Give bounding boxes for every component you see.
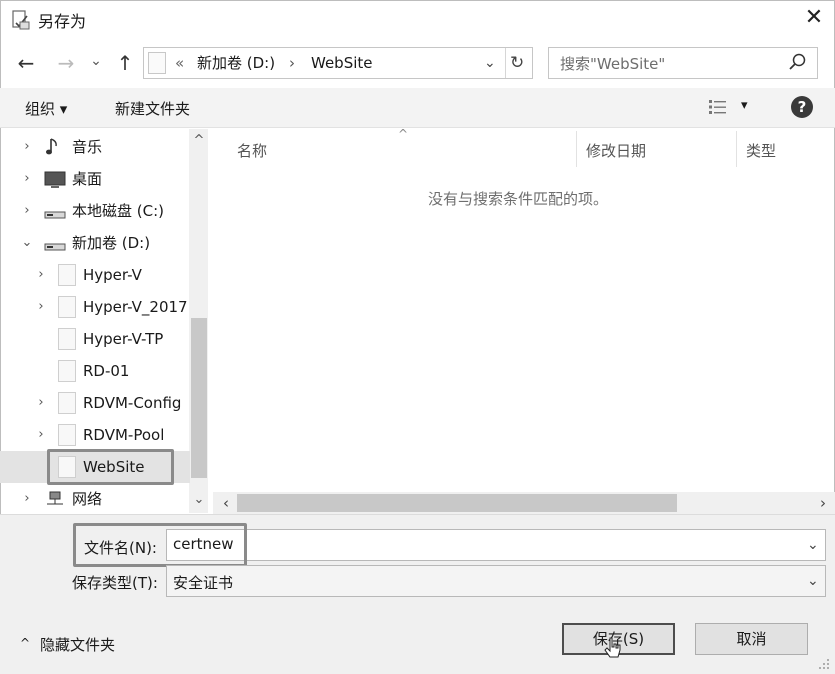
chevron-right-icon[interactable]: ›	[34, 259, 48, 291]
tree-item-label: Hyper-V	[83, 266, 142, 284]
breadcrumb-overflow[interactable]: «	[175, 52, 184, 74]
save-document-icon	[10, 9, 32, 31]
scroll-up-icon[interactable]: ^	[191, 133, 207, 153]
sort-indicator-icon: ^	[398, 127, 409, 141]
back-arrow-icon[interactable]: ←	[12, 49, 40, 77]
recent-locations-chevron-icon[interactable]: ⌄	[86, 47, 106, 75]
close-icon[interactable]: ✕	[800, 4, 828, 32]
folder-icon	[58, 328, 76, 350]
column-divider[interactable]	[576, 131, 577, 167]
selected-folder-highlight-box	[47, 449, 174, 485]
tree-item-label: 网络	[72, 490, 103, 508]
tree-item-label: Hyper-V_2017	[83, 298, 188, 316]
chevron-right-icon[interactable]: ›	[20, 483, 34, 515]
folder-icon	[58, 360, 76, 382]
window-title: 另存为	[38, 12, 87, 31]
chevron-right-icon[interactable]: ›	[20, 131, 34, 163]
address-divider	[505, 48, 506, 78]
folder-icon	[58, 392, 76, 414]
tree-item-label: RDVM-Config	[83, 394, 182, 412]
up-arrow-icon[interactable]: ↑	[112, 49, 138, 77]
column-header-type[interactable]: 类型	[746, 140, 776, 161]
network-icon	[44, 488, 66, 510]
tree-item-label: Hyper-V-TP	[83, 330, 164, 348]
chevron-right-icon[interactable]: ›	[34, 387, 48, 419]
folder-icon	[148, 52, 166, 74]
folder-icon	[58, 264, 76, 286]
scroll-left-icon[interactable]: ‹	[218, 494, 234, 512]
refresh-icon[interactable]: ↻	[510, 52, 524, 74]
chevron-right-icon[interactable]: ›	[34, 291, 48, 323]
filename-field[interactable]	[166, 529, 826, 561]
chevron-down-icon[interactable]: ⌄	[20, 227, 34, 259]
view-options-icon[interactable]	[708, 99, 728, 115]
column-header-date-modified[interactable]: 修改日期	[586, 140, 646, 161]
file-type-label: 保存类型(T):	[72, 574, 158, 592]
scroll-right-icon[interactable]: ›	[815, 494, 831, 512]
address-dropdown-chevron-icon[interactable]: ⌄	[484, 52, 496, 74]
chevron-right-icon[interactable]: ›	[20, 163, 34, 195]
resize-grip-icon[interactable]	[815, 655, 831, 671]
horizontal-scroll-thumb[interactable]	[237, 494, 677, 512]
tree-item-label: 新加卷 (D:)	[72, 234, 151, 252]
search-input[interactable]: 搜索"WebSite"	[560, 53, 665, 74]
hide-folders-button[interactable]: 隐藏文件夹	[40, 634, 115, 655]
breadcrumb-separator: ›	[289, 54, 295, 72]
tree-item-label: 桌面	[72, 170, 103, 188]
breadcrumb-item-website[interactable]: WebSite	[311, 52, 373, 74]
column-divider[interactable]	[736, 131, 737, 167]
drive-icon	[44, 232, 66, 254]
filename-highlight-box	[73, 523, 247, 567]
forward-arrow-icon[interactable]: →	[52, 49, 80, 77]
music-note-icon	[44, 136, 66, 158]
organize-menu-button[interactable]: 组织 ▾	[25, 98, 67, 119]
help-icon[interactable]: ?	[791, 96, 813, 118]
file-type-dropdown-chevron-icon[interactable]: ⌄	[807, 573, 819, 589]
tree-item-label: RD-01	[83, 362, 130, 380]
folder-icon	[58, 424, 76, 446]
breadcrumb-item-drive[interactable]: 新加卷 (D:)	[197, 52, 275, 74]
scroll-down-icon[interactable]: ⌄	[191, 492, 207, 512]
mouse-cursor-icon	[603, 636, 623, 662]
chevron-right-icon[interactable]: ›	[20, 195, 34, 227]
chevron-right-icon[interactable]: ›	[34, 419, 48, 451]
view-options-chevron-icon[interactable]: ▾	[741, 98, 748, 113]
file-type-value: 安全证书	[173, 574, 234, 592]
folder-icon	[58, 296, 76, 318]
tree-item-label: 音乐	[72, 138, 103, 156]
column-header-name[interactable]: 名称	[237, 140, 267, 161]
new-folder-button[interactable]: 新建文件夹	[115, 98, 190, 119]
tree-item-label: RDVM-Pool	[83, 426, 165, 444]
title-bar[interactable]	[0, 0, 835, 38]
drive-icon	[44, 200, 66, 222]
filename-dropdown-chevron-icon[interactable]: ⌄	[807, 537, 819, 553]
tree-item-label: 本地磁盘 (C:)	[72, 202, 164, 220]
search-icon[interactable]	[788, 52, 808, 72]
cancel-button[interactable]: 取消	[695, 623, 808, 655]
empty-list-message: 没有与搜索条件匹配的项。	[428, 190, 609, 208]
file-type-select[interactable]	[166, 565, 826, 597]
collapse-chevron-icon[interactable]: ^	[20, 636, 30, 650]
navigation-scroll-thumb[interactable]	[191, 318, 207, 478]
desktop-icon	[44, 168, 66, 190]
